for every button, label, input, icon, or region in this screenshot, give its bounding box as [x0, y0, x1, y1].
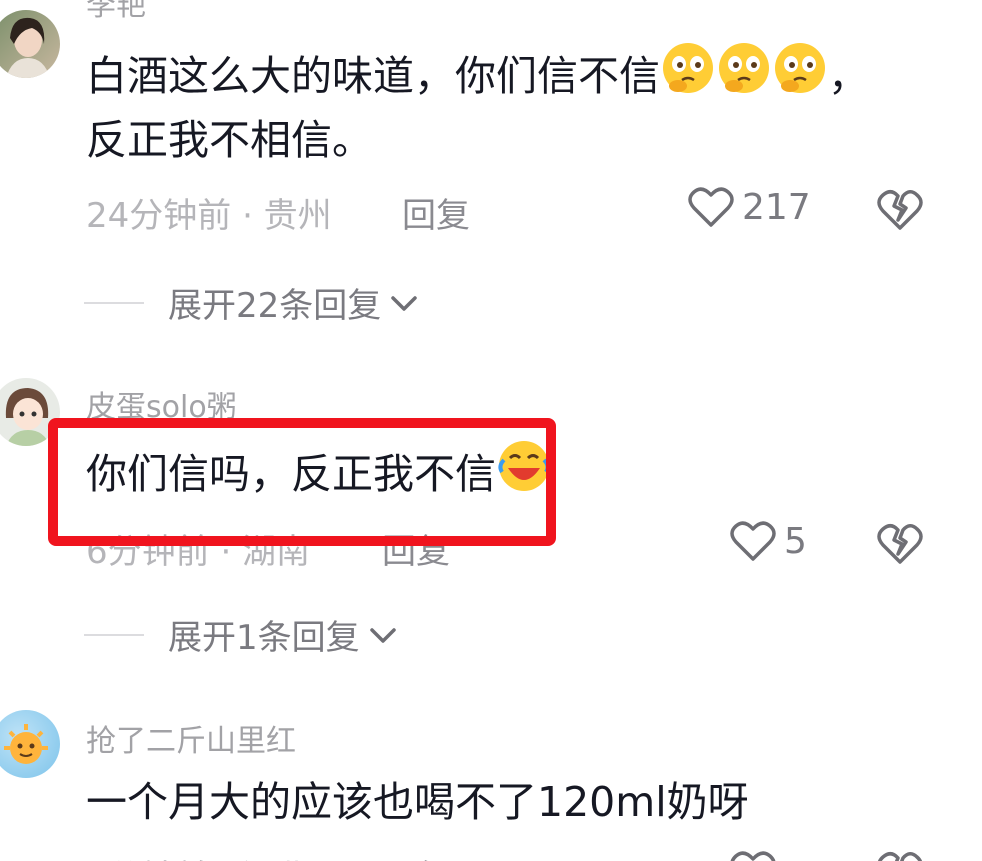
comment-text: 反正我不相信。: [86, 116, 373, 164]
expand-replies-button[interactable]: 展开22条回复: [84, 278, 421, 327]
comment-username[interactable]: 皮蛋solo粥: [86, 382, 237, 426]
comment-meta: 24分钟前 · 贵州: [86, 196, 332, 236]
comment-username[interactable]: 抢了二斤山里红: [86, 716, 296, 760]
heart-outline-icon: [730, 521, 776, 561]
comment-content: 一个月大的应该也喝不了120ml奶呀: [86, 778, 749, 826]
like-button[interactable]: 217: [688, 186, 811, 228]
dislike-button[interactable]: [876, 188, 924, 232]
broken-heart-icon: [877, 524, 923, 564]
comment-content: 白酒这么大的味道，你们信不信 ， 反正我不相信。: [86, 40, 926, 172]
chevron-down-icon: [369, 627, 396, 643]
chevron-down-icon: [391, 295, 418, 311]
reply-button[interactable]: 回复: [382, 524, 450, 573]
like-count: 217: [742, 186, 811, 228]
avatar[interactable]: [0, 10, 60, 78]
thinking-emoji-icon: [716, 40, 772, 96]
heart-outline-icon: [688, 187, 734, 227]
expand-replies-button[interactable]: 展开1条回复: [84, 610, 400, 659]
dislike-button[interactable]: [876, 522, 924, 566]
thinking-emoji-icon: [772, 40, 828, 96]
broken-heart-icon: [877, 190, 923, 230]
comment-text: ，: [828, 52, 869, 100]
comment-list: 李艳 白酒这么大的味道，你们信不信 ， 反正我不相信。 24分钟前 · 贵州 回复…: [0, 0, 982, 861]
like-count: 5: [784, 520, 807, 562]
dislike-button[interactable]: [876, 850, 924, 861]
comment-content: 你们信吗，反正我不信: [86, 438, 926, 506]
avatar[interactable]: [0, 710, 60, 778]
comment-username[interactable]: 李艳: [86, 0, 146, 24]
comment-meta: 6分钟前 · 湖南: [86, 532, 311, 572]
thinking-emoji-icon: [660, 40, 716, 96]
expand-label: 展开1条回复: [168, 618, 360, 658]
divider: [84, 633, 144, 636]
laughing-emoji-icon: [496, 438, 552, 494]
comment-text: 白酒这么大的味道，你们信不信: [86, 52, 660, 100]
reply-button[interactable]: 回复: [402, 188, 470, 237]
like-button[interactable]: [730, 850, 776, 861]
broken-heart-icon: [877, 852, 923, 861]
like-button[interactable]: 5: [730, 520, 807, 562]
heart-outline-icon: [730, 851, 776, 861]
comment-text: 你们信吗，反正我不信: [86, 450, 496, 498]
comment-meta: 1分钟前 · 湖北: [86, 850, 310, 861]
divider: [84, 301, 144, 304]
avatar[interactable]: [0, 378, 60, 446]
expand-label: 展开22条回复: [168, 286, 382, 326]
reply-button[interactable]: 回复: [382, 850, 450, 861]
